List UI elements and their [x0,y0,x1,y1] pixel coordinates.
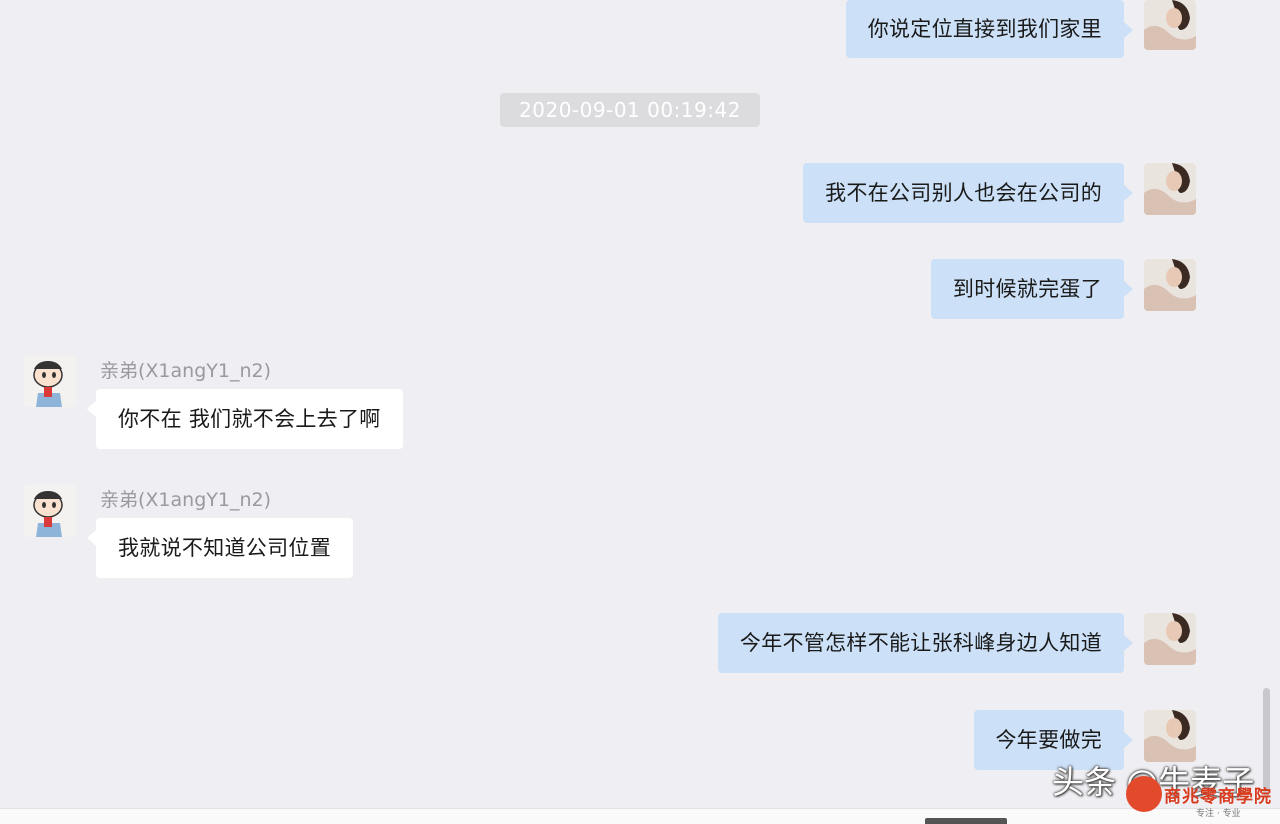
scrollbar-thumb[interactable] [1263,688,1270,796]
user-photo-icon [1144,710,1196,762]
contact-avatar[interactable] [24,485,76,537]
message-bubble-outgoing[interactable]: 到时候就完蛋了 [930,259,1134,319]
message-bubble-incoming[interactable]: 你不在 我们就不会上去了啊 [87,389,403,449]
bottom-handle [925,818,1007,824]
input-area-edge [0,808,1280,824]
watermark-brand: 商兆零商學院 [1164,787,1272,807]
user-photo-icon [1144,259,1196,311]
sender-name: 亲弟(X1angY1_n2) [100,360,272,382]
timestamp-divider: 2020-09-01 00:19:42 [500,93,760,127]
message-bubble-outgoing[interactable]: 你说定位直接到我们家里 [845,0,1134,58]
watermark-tagline: 专注 · 专业 [1196,809,1241,819]
my-avatar[interactable] [1144,259,1196,311]
user-photo-icon [1144,163,1196,215]
message-bubble-outgoing[interactable]: 今年不管怎样不能让张科峰身边人知道 [717,613,1134,673]
sender-name: 亲弟(X1angY1_n2) [100,489,272,511]
message-bubble-incoming[interactable]: 我就说不知道公司位置 [87,518,353,578]
my-avatar[interactable] [1144,710,1196,762]
user-photo-icon [1144,0,1196,50]
my-avatar[interactable] [1144,0,1196,50]
user-photo-icon [1144,613,1196,665]
brand-logo-icon [1126,776,1162,812]
my-avatar[interactable] [1144,613,1196,665]
cartoon-boy-icon [24,355,76,407]
contact-avatar[interactable] [24,355,76,407]
my-avatar[interactable] [1144,163,1196,215]
message-bubble-outgoing[interactable]: 我不在公司别人也会在公司的 [803,163,1133,223]
cartoon-boy-icon [24,485,76,537]
chat-window: 你说定位直接到我们家里 2020-09-01 00:19:42 我不在公司别人也… [0,0,1280,824]
